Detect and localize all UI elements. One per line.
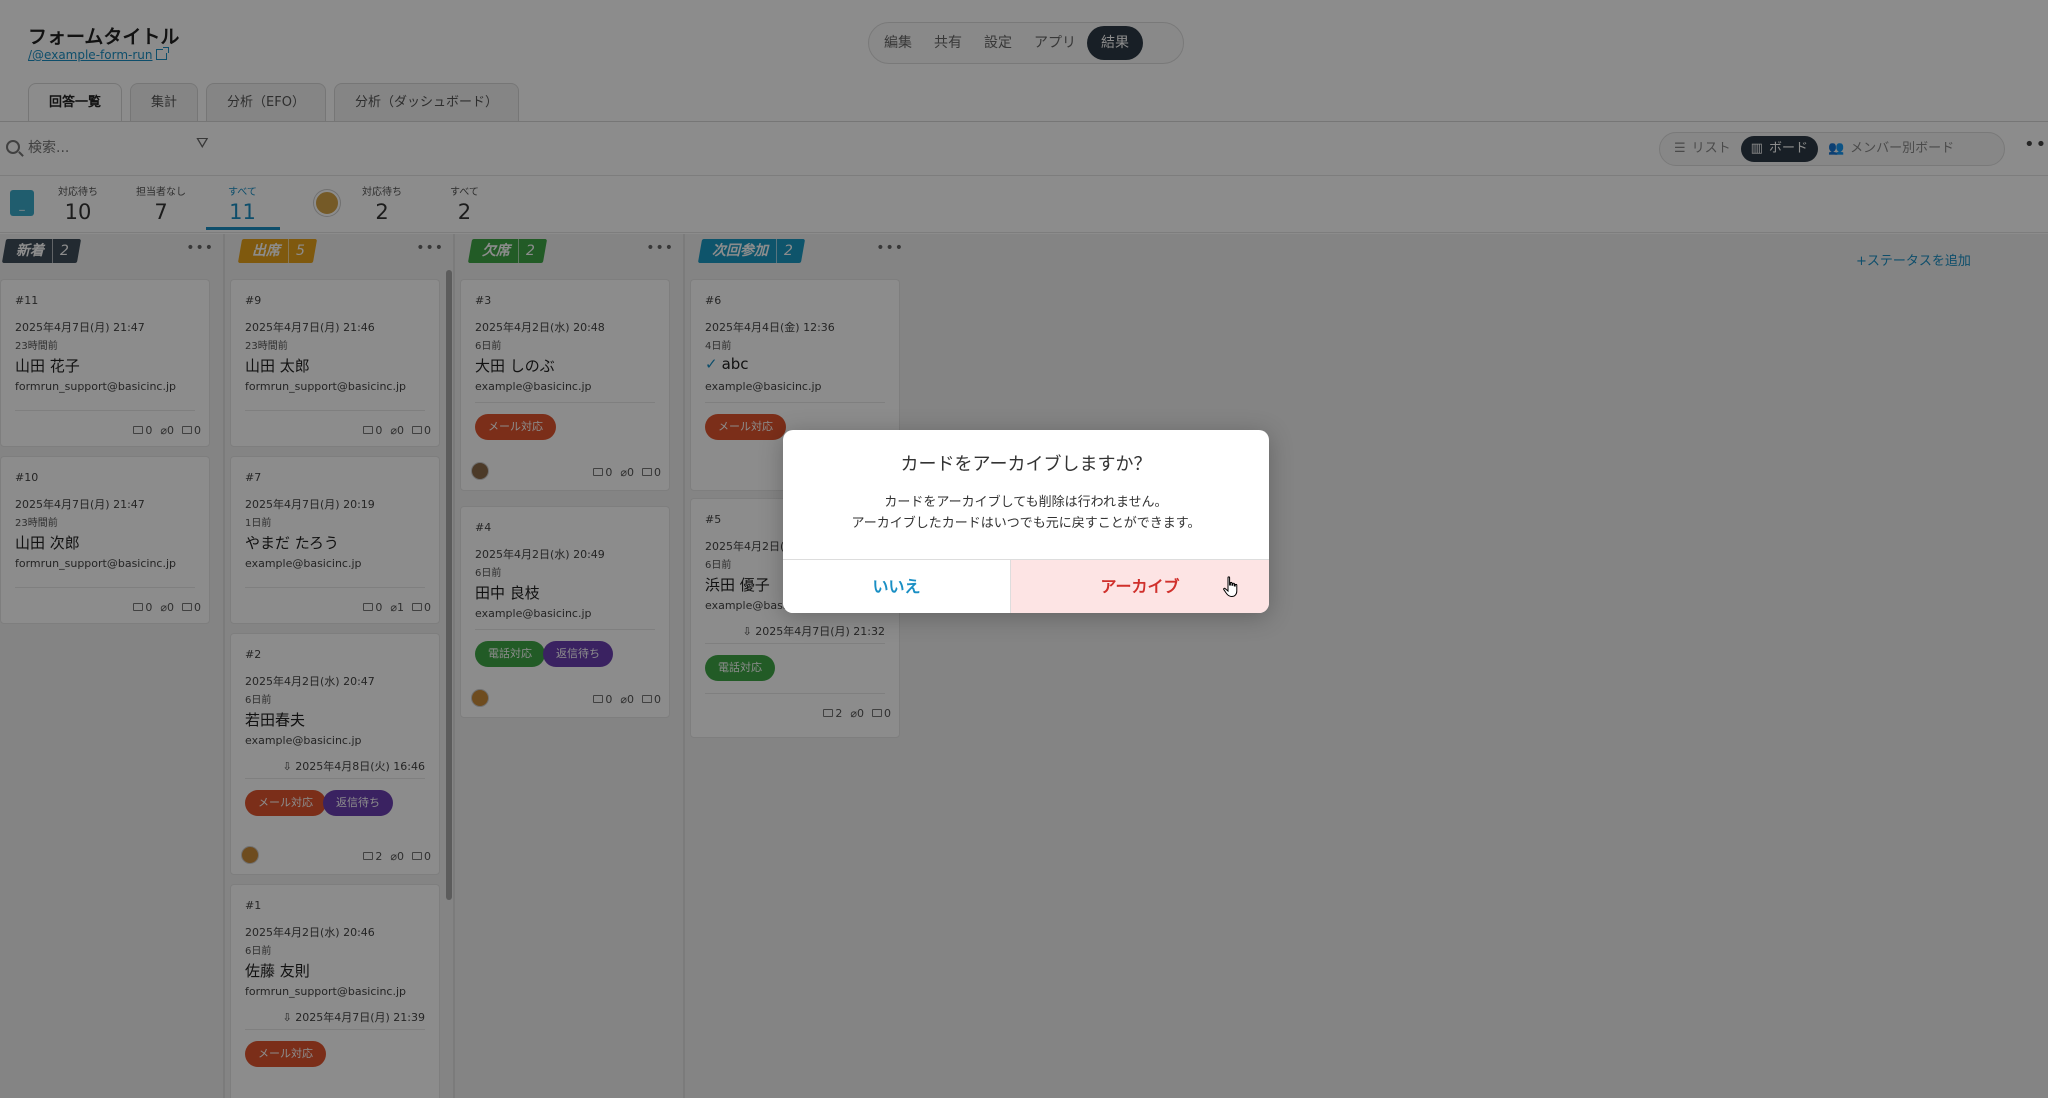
hand-cursor-icon <box>1223 576 1238 598</box>
dialog-message-line-2: アーカイブしたカードはいつでも元に戻すことができます。 <box>851 516 1201 531</box>
dialog-title: カードをアーカイブしますか？ <box>900 454 1152 475</box>
archive-confirm-dialog: カードをアーカイブしますか？ カードをアーカイブしても削除は行われません。 アー… <box>783 430 1269 613</box>
dialog-message-line-1: カードをアーカイブしても削除は行われません。 <box>884 495 1168 510</box>
cancel-button[interactable]: いいえ <box>783 560 1010 613</box>
dialog-message: カードをアーカイブしても削除は行われません。 アーカイブしたカードはいつでも元に… <box>783 492 1269 534</box>
